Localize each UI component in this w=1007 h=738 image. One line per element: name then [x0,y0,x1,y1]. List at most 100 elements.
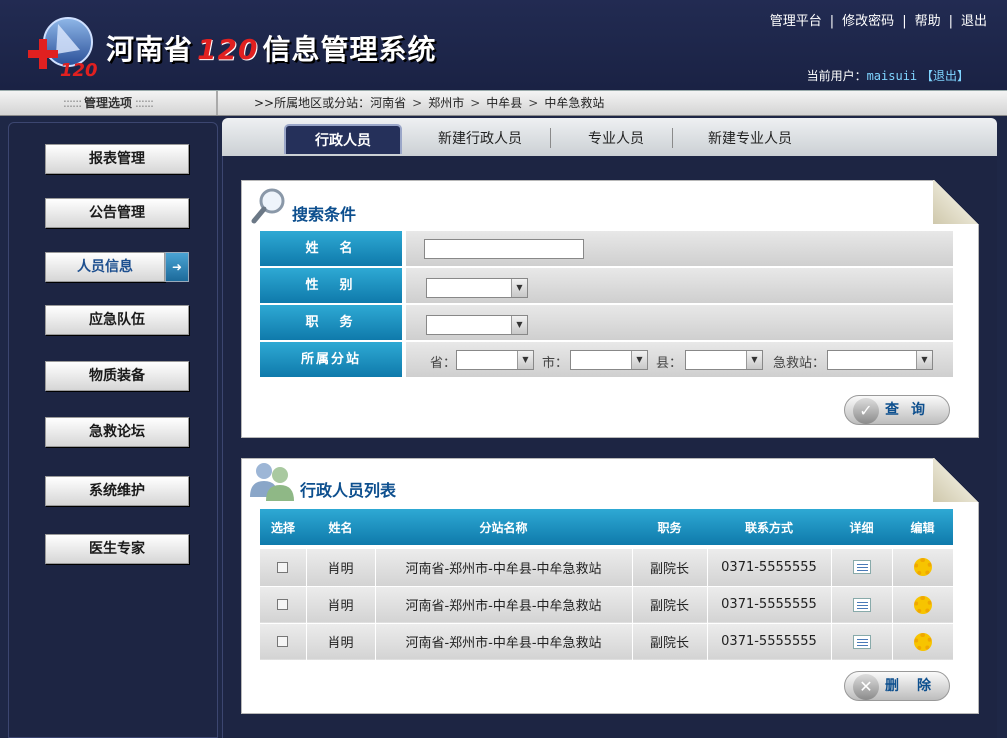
table-row: 肖明 河南省-郑州市-中牟县-中牟急救站 副院长 0371-5555555 [260,549,954,587]
sidebar: 报表管理 公告管理 人员信息 ➜ 应急队伍 物质装备 急救论坛 系统维护 医生专… [8,122,218,738]
gender-row: 性 别 ▼ [260,268,953,304]
delete-button-label: 删除 [885,678,949,694]
table-row: 肖明 河南省-郑州市-中牟县-中牟急救站 副院长 0371-5555555 [260,586,954,624]
station-cell: 河南省-郑州市-中牟县-中牟急救站 [375,549,633,587]
exit-link[interactable]: 退出 [961,14,987,29]
select-cell [260,549,307,587]
column-header-duty: 职务 [632,509,707,545]
station-cell: 河南省-郑州市-中牟县-中牟急救站 [375,586,633,624]
duty-value-cell: ▼ [406,305,953,341]
admin-platform-link[interactable]: 管理平台 [770,14,822,29]
top-links: 管理平台 | 修改密码 | 帮助 | 退出 [770,10,987,29]
breadcrumb-strip: :::::: 管理选项 :::::: >>所属地区或分站：河南省 > 郑州市 > 中牟县… [0,90,1007,116]
arrow-right-icon: ➜ [165,252,189,282]
main-content: 搜索条件 姓 名 性 别 ▼ 职 务 ▼ 所属分站 省： ▼ 市： ▼ 县： ▼… [222,156,997,738]
divider: | [948,14,953,29]
province-select[interactable]: ▼ [456,350,534,370]
county-select[interactable]: ▼ [685,350,763,370]
tab-divider [550,128,551,148]
edit-gear-icon[interactable] [913,558,932,577]
table-row: 肖明 河南省-郑州市-中牟县-中牟急救站 副院长 0371-5555555 [260,623,954,661]
tab-new-admin-staff[interactable]: 新建行政人员 [418,124,542,154]
help-link[interactable]: 帮助 [915,14,941,29]
sidebar-item-emergency-team[interactable]: 应急队伍 [45,305,189,335]
column-header-edit: 编辑 [892,509,953,545]
select-cell [260,586,307,624]
row-checkbox[interactable] [277,636,289,647]
station-select[interactable]: ▼ [827,350,933,370]
station-row: 所属分站 省： ▼ 市： ▼ 县： ▼ 急救站： ▼ [260,342,953,378]
edit-gear-icon[interactable] [913,632,932,651]
change-password-link[interactable]: 修改密码 [842,14,894,29]
current-user-label: 当前用户： [806,69,867,83]
tab-admin-staff[interactable]: 行政人员 [284,124,402,154]
site-title: 河南省 120 信息管理系统 [106,28,436,68]
column-header-contact: 联系方式 [707,509,831,545]
detail-icon[interactable] [852,597,871,612]
phone-cell: 0371-5555555 [707,623,832,661]
column-header-detail: 详细 [831,509,892,545]
sidebar-item-announcements[interactable]: 公告管理 [45,198,189,228]
city-select[interactable]: ▼ [570,350,648,370]
divider: | [829,14,835,29]
page-curl-decoration [933,180,979,224]
sidebar-item-forum[interactable]: 急救论坛 [45,417,189,447]
station-label: 所属分站 [260,342,402,378]
users-icon [250,463,294,501]
breadcrumb-station[interactable]: 中牟急救站 [544,96,604,110]
sidebar-item-reports[interactable]: 报表管理 [45,144,189,174]
breadcrumb-prefix: >>所属地区或分站： [254,96,371,110]
province-label: 省： [430,356,457,371]
decoration-dots: :::::: [132,96,154,110]
gender-select[interactable]: ▼ [426,278,528,298]
duty-select[interactable]: ▼ [426,315,528,335]
app-header: 120 河南省 120 信息管理系统 管理平台 | 修改密码 | 帮助 | 退出 当前用户：ma… [0,0,1007,90]
logout-link[interactable]: 【退出】 [921,69,969,83]
sidebar-item-personnel[interactable]: 人员信息 [45,252,165,282]
row-checkbox[interactable] [277,599,289,610]
chevron-right-icon: > [470,96,481,110]
search-button[interactable]: ✓ 查询 [844,395,950,425]
breadcrumb: >>所属地区或分站：河南省 > 郑州市 > 中牟县 > 中牟急救站 [254,91,604,115]
tab-new-professional-staff[interactable]: 新建专业人员 [688,124,812,154]
search-panel-title: 搜索条件 [292,205,357,224]
staff-table: 选择 姓名 分站名称 职务 联系方式 详细 编辑 肖明 河南省-郑州市-中牟县-… [260,509,954,661]
sidebar-item-equipment[interactable]: 物质装备 [45,361,189,391]
detail-cell [831,623,893,661]
edit-gear-icon[interactable] [913,595,932,614]
decoration-dots: :::::: [62,96,84,110]
delete-button[interactable]: ✕ 删除 [844,671,950,701]
name-label: 姓 名 [260,231,402,267]
detail-icon[interactable] [852,634,871,649]
duty-cell: 副院长 [632,586,708,624]
phone-cell: 0371-5555555 [707,586,832,624]
name-value-cell [406,231,953,267]
city-label: 市： [542,356,569,371]
column-header-select: 选择 [260,509,306,545]
detail-icon[interactable] [852,560,871,575]
list-panel-title: 行政人员列表 [300,481,397,500]
name-cell: 肖明 [306,586,376,624]
list-panel: 行政人员列表 选择 姓名 分站名称 职务 联系方式 详细 编辑 肖明 河南省-郑… [241,458,979,714]
svg-text:120: 120 [60,60,98,80]
chevron-right-icon: > [528,96,539,110]
breadcrumb-province[interactable]: 河南省 [370,96,406,110]
row-checkbox[interactable] [277,561,289,573]
name-cell: 肖明 [306,549,376,587]
breadcrumb-county[interactable]: 中牟县 [486,96,522,110]
station-value-cell: 省： ▼ 市： ▼ 县： ▼ 急救站： ▼ [406,342,953,378]
duty-cell: 副院长 [632,549,708,587]
magnifier-icon [251,188,285,224]
chevron-down-icon: ▼ [631,351,647,369]
tab-bar: 行政人员 新建行政人员 专业人员 新建专业人员 [222,118,997,156]
breadcrumb-city[interactable]: 郑州市 [428,96,464,110]
table-header-row: 选择 姓名 分站名称 职务 联系方式 详细 编辑 [260,509,953,545]
name-input[interactable] [424,239,584,259]
tab-professional-staff[interactable]: 专业人员 [558,124,674,154]
site-title-prefix: 河南省 [106,33,194,66]
sidebar-item-system[interactable]: 系统维护 [45,476,189,506]
sidebar-item-experts[interactable]: 医生专家 [45,534,189,564]
username: maisuii [866,69,918,83]
check-icon: ✓ [853,398,879,424]
search-panel: 搜索条件 姓 名 性 别 ▼ 职 务 ▼ 所属分站 省： ▼ 市： ▼ 县： ▼… [241,180,979,438]
